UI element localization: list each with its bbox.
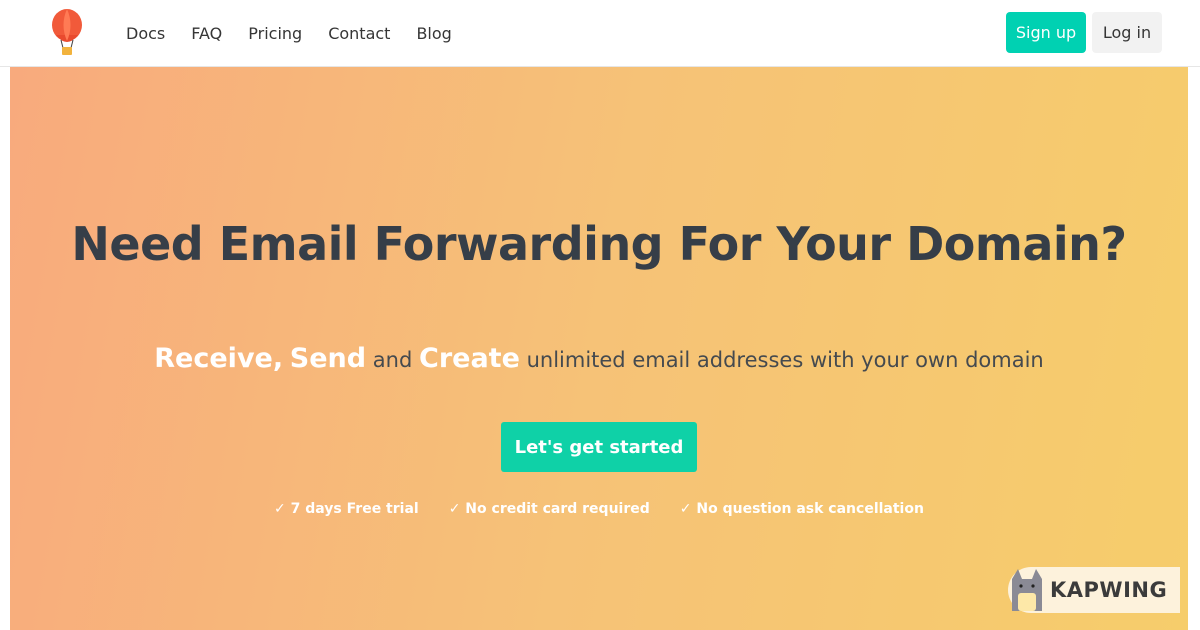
feature-list: ✓ 7 days Free trial ✓ No credit card req… xyxy=(10,501,1188,517)
subline-rest: unlimited email addresses with your own … xyxy=(526,348,1044,372)
get-started-button[interactable]: Let's get started xyxy=(501,422,697,472)
nav-links: Docs FAQ Pricing Contact Blog xyxy=(126,0,452,66)
subline-send: Send xyxy=(289,343,367,374)
kapwing-watermark: KAPWING xyxy=(1008,567,1180,613)
watermark-text: KAPWING xyxy=(1050,578,1168,602)
feature-item-cancellation: ✓ No question ask cancellation xyxy=(679,501,924,517)
subline-create: Create xyxy=(419,343,520,374)
nav-link-faq[interactable]: FAQ xyxy=(191,24,222,43)
hero-section: Need Email Forwarding For Your Domain? R… xyxy=(10,67,1188,630)
cat-mascot-icon xyxy=(1012,569,1042,611)
hero-subline: Receive, Send and Create unlimited email… xyxy=(10,343,1188,374)
feature-item-no-card: ✓ No credit card required xyxy=(448,501,650,517)
nav-link-docs[interactable]: Docs xyxy=(126,24,165,43)
login-button[interactable]: Log in xyxy=(1092,12,1162,53)
feature-item-trial: ✓ 7 days Free trial xyxy=(274,501,419,517)
signup-button[interactable]: Sign up xyxy=(1006,12,1086,53)
hot-air-balloon-icon[interactable] xyxy=(50,9,84,57)
nav-link-pricing[interactable]: Pricing xyxy=(248,24,302,43)
subline-connector: and xyxy=(372,348,413,372)
nav-link-contact[interactable]: Contact xyxy=(328,24,390,43)
top-navbar: Docs FAQ Pricing Contact Blog Sign up Lo… xyxy=(0,0,1200,67)
nav-link-blog[interactable]: Blog xyxy=(416,24,451,43)
hero-headline: Need Email Forwarding For Your Domain? xyxy=(71,217,1127,271)
subline-receive: Receive, xyxy=(154,343,284,374)
